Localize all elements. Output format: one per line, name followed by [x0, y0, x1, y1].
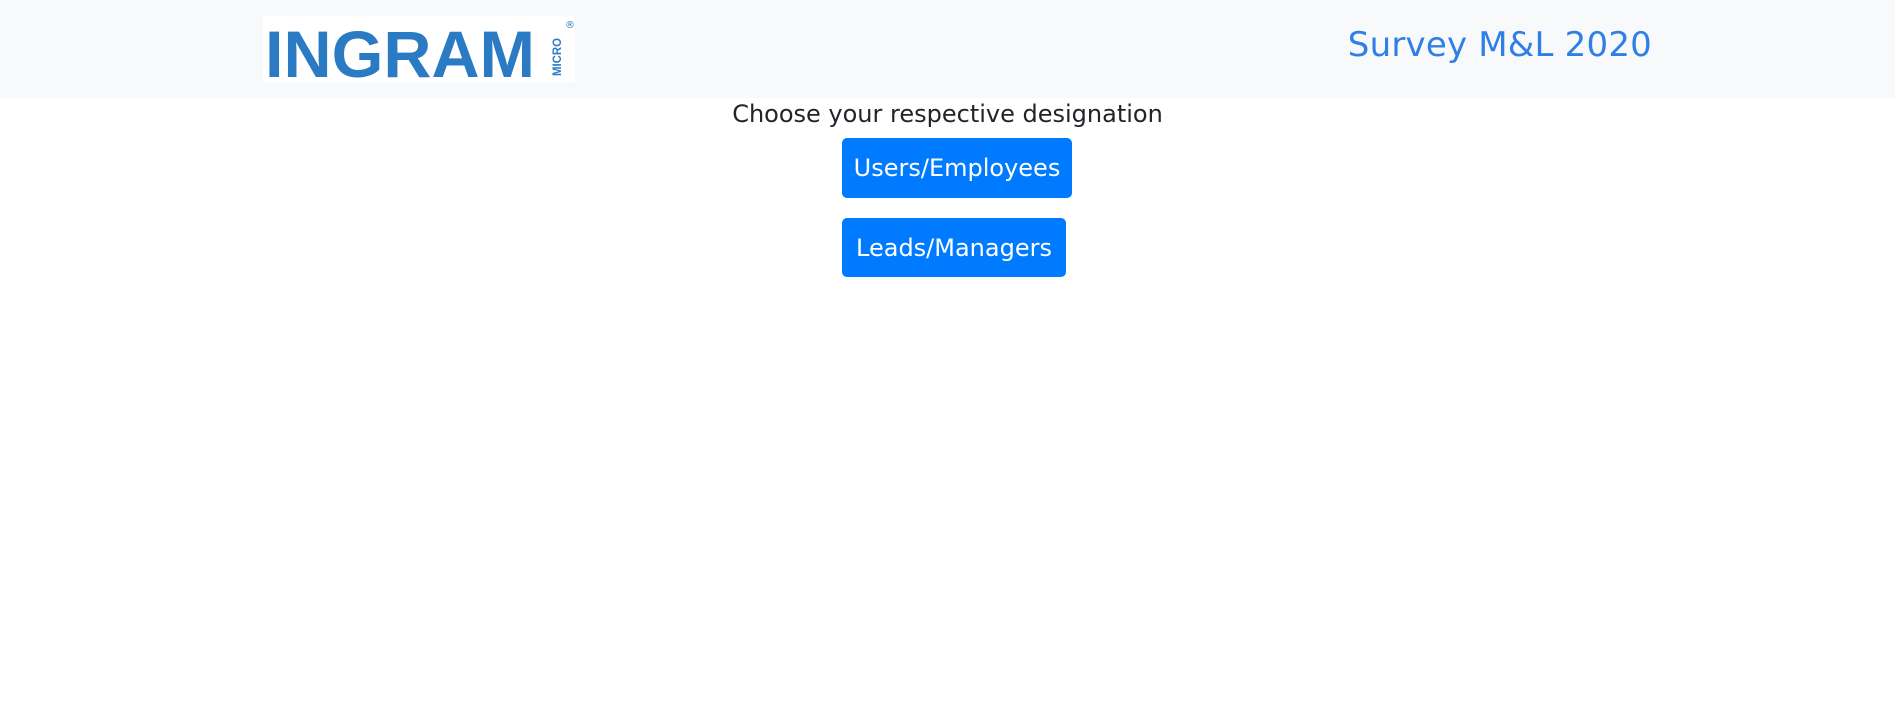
survey-title: Survey M&L 2020 [1347, 25, 1652, 65]
designation-prompt: Choose your respective designation [732, 100, 1163, 128]
logo-wordmark: INGRAM [265, 17, 535, 82]
registered-mark: ® [565, 20, 575, 31]
leads-managers-button[interactable]: Leads/Managers [842, 218, 1066, 277]
top-navbar: INGRAM MICRO ® Survey M&L 2020 [0, 0, 1895, 98]
users-employees-button[interactable]: Users/Employees [842, 138, 1072, 198]
logo-subtext: MICRO [550, 38, 564, 76]
ingram-micro-logo[interactable]: INGRAM MICRO ® [263, 16, 575, 82]
